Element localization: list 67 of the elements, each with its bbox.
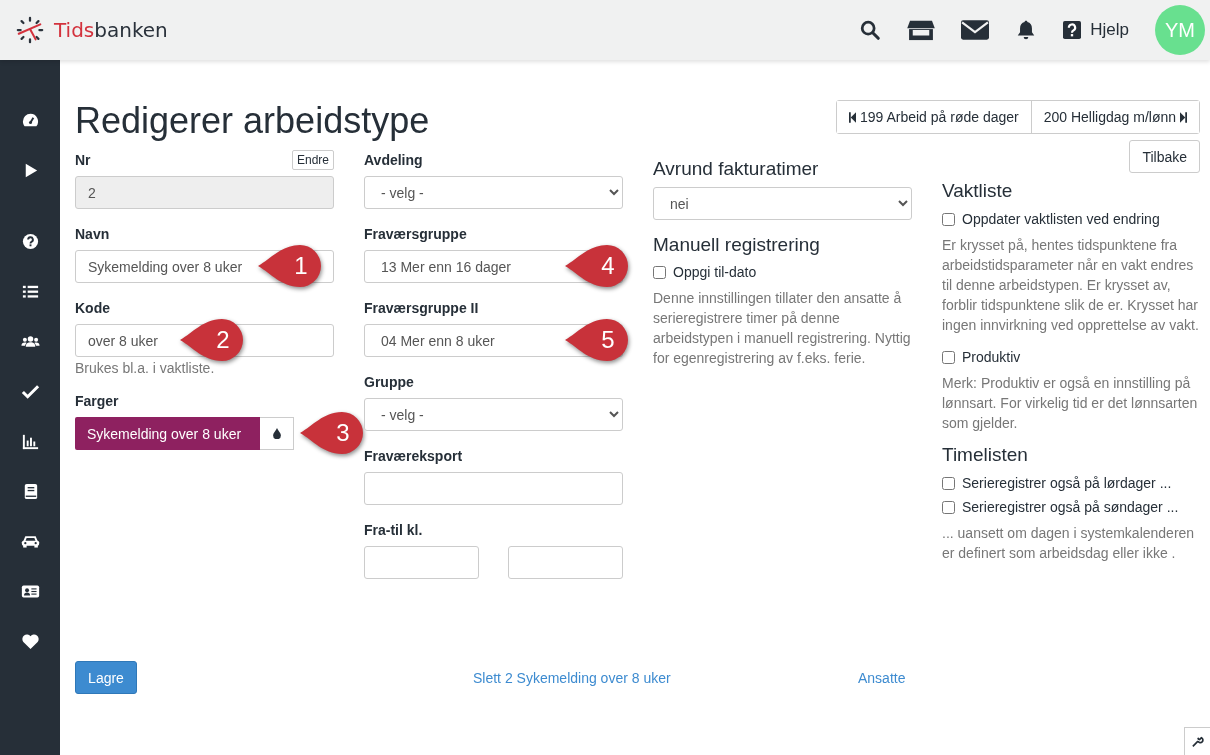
next-label: 200 Helligdag m/lønn <box>1043 109 1176 125</box>
numbered-callout-tooltip: 2 <box>180 318 244 362</box>
checkbox[interactable] <box>942 350 955 364</box>
field-label: Fraværeksport <box>364 448 463 464</box>
numbered-callout-tooltip: 3 <box>300 411 364 455</box>
help-text: Brukes bl.a. i vaktliste. <box>75 360 216 376</box>
search-icon[interactable] <box>859 19 882 41</box>
section-heading: Avrund fakturatimer <box>653 157 820 181</box>
field-label: Farger <box>75 393 119 409</box>
section-heading: Vaktliste <box>942 179 1014 203</box>
edit-button[interactable]: Endre <box>291 150 334 170</box>
help-text: Denne innstillingen tillater den ansatte å serieregistrere timer på denne arbeidstypen i manuell registrering. Nyttig for egenregistrering av f.eks. ferie. <box>653 289 912 368</box>
skip-forward-icon <box>1180 111 1187 123</box>
help-icon[interactable] <box>1063 21 1082 39</box>
id-card-icon[interactable] <box>20 582 40 601</box>
checkbox[interactable] <box>942 476 955 490</box>
to-time-field[interactable] <box>508 546 623 579</box>
field-label: Gruppe <box>364 374 414 390</box>
field-label: Fraværsgruppe II <box>364 300 479 316</box>
checkbox[interactable] <box>942 212 955 226</box>
logo-text[interactable]: Tidsbanken <box>54 18 168 42</box>
help-text: Er krysset på, hentes tidspunktene fra arbeidstidsparameter når en vakt endres til denne arbeidstypen. Er krysset av, forblir tidspunktene slik de er. Krysset har ingen innvirkning ved opprettelse av vakt. <box>942 236 1200 335</box>
help-text: Merk: Produktiv er også en innstilling på lønnsart. For virkelig tid er det lønnsarten som gjelder. <box>942 374 1199 433</box>
save-button[interactable]: Lagre <box>75 661 137 694</box>
numbered-callout-tooltip: 1 <box>258 244 322 288</box>
delete-link[interactable]: Slett 2 Sykemelding over 8 uker <box>473 669 858 686</box>
field-label: Fra-til kl. <box>364 522 423 538</box>
field-label: Nr <box>75 152 91 168</box>
checkbox[interactable] <box>942 500 955 514</box>
question-icon[interactable] <box>20 232 40 251</box>
bar-chart-icon[interactable] <box>20 432 40 451</box>
from-time-field[interactable] <box>364 546 479 579</box>
previous-label: 199 Arbeid på røde dager <box>859 109 1019 125</box>
checkbox-label: Serieregistrer også på lørdager ... <box>962 475 1172 491</box>
skip-back-icon <box>848 111 856 123</box>
page-title: Redigerer arbeidstype <box>75 100 430 142</box>
checkbox-label: Oppdater vaktlisten ved endring <box>962 211 1160 227</box>
dropdown[interactable]: - velg - <box>364 176 623 209</box>
field-label: Fraværsgruppe <box>364 226 467 242</box>
field-label: Navn <box>75 226 110 242</box>
field-label: Kode <box>75 300 110 316</box>
checkbox-label: Serieregistrer også på søndager ... <box>962 499 1179 515</box>
numbered-callout-tooltip: 5 <box>565 318 629 362</box>
numbered-callout-tooltip: 4 <box>565 244 629 288</box>
next-button[interactable]: 200 Helligdag m/lønn <box>1030 101 1199 133</box>
color-swatch-button[interactable]: Sykemelding over 8 uker <box>75 417 260 450</box>
heart-icon[interactable] <box>20 632 40 651</box>
wrench-button[interactable] <box>1184 727 1210 755</box>
dropdown[interactable]: nei <box>653 187 912 220</box>
store-icon[interactable] <box>907 19 936 41</box>
help-link[interactable]: Hjelp <box>1090 20 1129 40</box>
wrench-icon <box>1191 735 1204 748</box>
color-picker-button[interactable] <box>260 417 294 450</box>
checkbox-label: Oppgi til-dato <box>673 264 757 280</box>
checkbox[interactable] <box>653 265 666 279</box>
droplet-icon <box>272 428 281 439</box>
section-heading: Manuell registrering <box>653 233 821 257</box>
back-button[interactable]: Tilbake <box>1129 140 1200 173</box>
employees-link[interactable]: Ansatte <box>858 669 1200 686</box>
checkbox-label: Produktiv <box>962 349 1021 365</box>
help-text: ... uansett om dagen i systemkalenderen er definert som arbeidsdag eller ikke . <box>942 524 1196 563</box>
dropdown[interactable]: - velg - <box>364 398 623 431</box>
field-label: Avdeling <box>364 152 423 168</box>
clock-logo-icon <box>15 15 45 45</box>
mail-icon[interactable] <box>961 19 990 41</box>
input-field[interactable] <box>364 472 623 505</box>
section-heading: Timelisten <box>942 443 1029 467</box>
